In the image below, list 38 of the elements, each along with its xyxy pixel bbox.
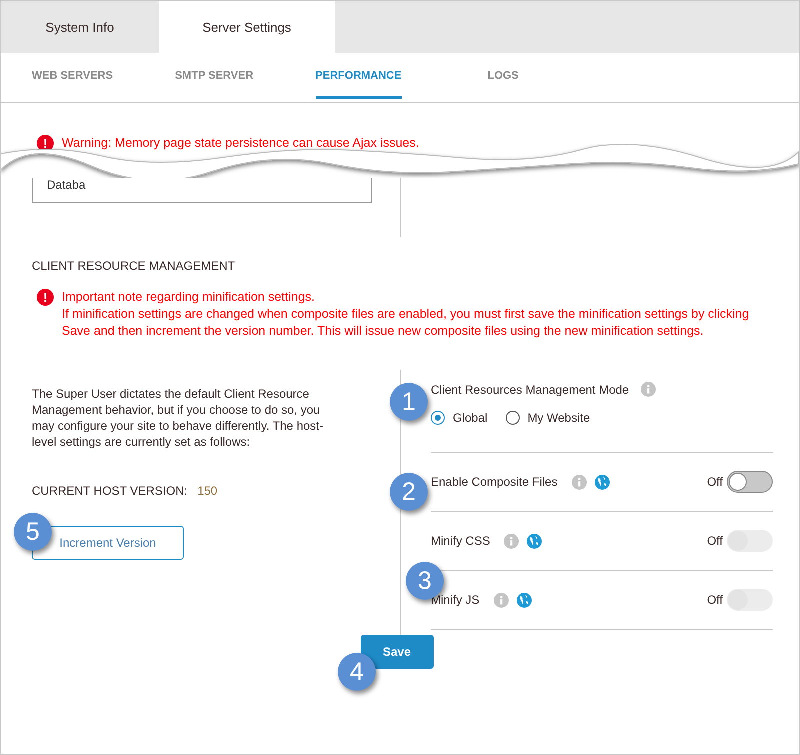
setting-label: Minify CSS [431,534,490,548]
callout-badge: 1 [390,383,428,421]
info-icon[interactable] [572,474,587,490]
callout-badge: 2 [390,473,428,511]
switch-state: Off [707,475,723,489]
save-button[interactable]: Save [360,635,434,669]
tab[interactable]: Server Settings [159,1,335,53]
callout-badge: 4 [338,653,376,691]
globe-icon [527,534,542,548]
info-icon[interactable] [504,534,520,548]
section-title: CLIENT RESOURCE MANAGEMENT [32,259,236,273]
info-icon[interactable] [641,382,656,397]
radio-label[interactable]: Global [453,411,488,425]
radio-label[interactable]: My Website [528,411,590,425]
text-field[interactable]: Databa [32,178,372,203]
globe-icon [516,592,532,608]
note-text: Important note regarding minification settings. [62,289,316,306]
switch-state: Off [707,593,723,607]
warning-text: Warning: Memory page state persistence can cause Ajax issues. [62,135,420,152]
globe-icon [594,474,610,490]
sub-tab[interactable]: WEB SERVERS [32,53,114,99]
version-label: CURRENT HOST VERSION: [32,484,188,498]
info-icon[interactable] [494,592,509,608]
note-text: If minification settings are changed when composite files are enabled, you must first save the minification settings by clicking Save and then increment the version number. This will issue new composite files using the new minification settings. [62,306,750,340]
switch-state: Off [707,534,723,548]
version-value: 150 [198,484,218,498]
toggle-switch[interactable] [727,471,773,493]
radio-button[interactable] [431,411,445,425]
mode-label: Client Resources Management Mode [431,382,630,396]
tab[interactable]: System Info [1,1,159,53]
sub-tab[interactable]: SMTP SERVER [175,53,254,99]
description-text: The Super User dictates the default Client Resource Management behavior, but if you choose to do so, you may configure your site to behave differently. The host-level settings are currently set as follows: [32,386,324,450]
sub-tab[interactable]: PERFORMANCE [316,53,402,99]
alert-icon: ! [37,289,54,306]
setting-label: Enable Composite Files [431,475,558,489]
callout-badge: 5 [14,513,52,551]
radio-button[interactable] [506,411,520,425]
sub-tab[interactable]: LOGS [488,53,519,99]
